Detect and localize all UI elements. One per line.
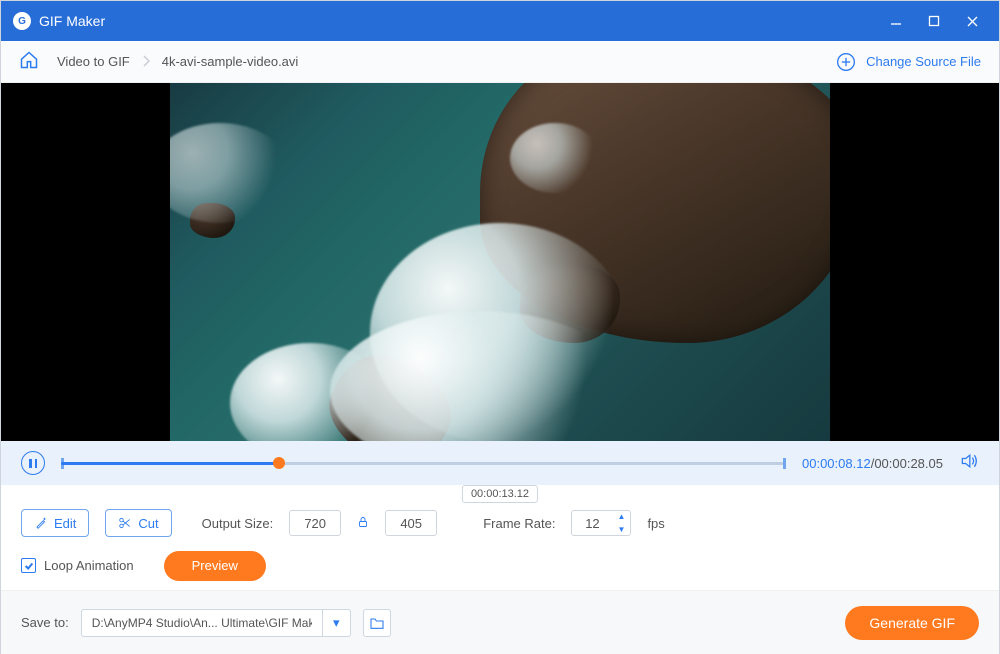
save-path-input[interactable] bbox=[82, 610, 322, 636]
seek-thumb[interactable] bbox=[273, 457, 285, 469]
checkbox-icon bbox=[21, 558, 36, 573]
change-source-button[interactable]: Change Source File bbox=[836, 52, 981, 72]
timecode-display: 00:00:08.12/00:00:28.05 bbox=[802, 456, 943, 471]
lock-icon bbox=[357, 515, 369, 529]
home-icon[interactable] bbox=[19, 50, 39, 73]
titlebar: G GIF Maker bbox=[1, 1, 999, 41]
seek-bar: 00:00:08.12/00:00:28.05 bbox=[1, 441, 999, 485]
current-time: 00:00:08.12 bbox=[802, 456, 871, 471]
height-input[interactable] bbox=[385, 510, 437, 536]
video-preview[interactable] bbox=[1, 83, 999, 441]
options-row: Edit Cut Output Size: Frame Rate: ▲ ▼ fp… bbox=[1, 505, 999, 541]
breadcrumb-file[interactable]: 4k-avi-sample-video.avi bbox=[162, 54, 299, 69]
total-time: 00:00:28.05 bbox=[874, 456, 943, 471]
spinner-down[interactable]: ▼ bbox=[612, 523, 630, 536]
pause-icon bbox=[29, 459, 36, 468]
save-path-dropdown[interactable]: ▾ bbox=[322, 610, 350, 636]
width-input[interactable] bbox=[289, 510, 341, 536]
video-frame bbox=[170, 83, 830, 441]
minimize-button[interactable] bbox=[877, 1, 915, 41]
output-size-label: Output Size: bbox=[202, 516, 274, 531]
breadcrumb-bar: Video to GIF 4k-avi-sample-video.avi Cha… bbox=[1, 41, 999, 83]
hover-time-tooltip: 00:00:13.12 bbox=[462, 485, 538, 503]
app-title: GIF Maker bbox=[39, 13, 105, 29]
close-button[interactable] bbox=[953, 1, 991, 41]
frame-rate-input[interactable]: ▲ ▼ bbox=[571, 510, 631, 536]
tooltip-row: 00:00:13.12 bbox=[1, 485, 999, 505]
preview-row: Loop Animation Preview bbox=[1, 541, 999, 591]
folder-icon bbox=[369, 616, 385, 630]
spinner-up[interactable]: ▲ bbox=[612, 510, 630, 523]
preview-button[interactable]: Preview bbox=[164, 551, 266, 581]
volume-button[interactable] bbox=[959, 451, 979, 476]
app-logo: G bbox=[13, 12, 31, 30]
save-row: Save to: ▾ Generate GIF bbox=[1, 591, 999, 654]
wand-icon bbox=[34, 516, 48, 530]
generate-gif-button[interactable]: Generate GIF bbox=[845, 606, 979, 640]
seek-track[interactable] bbox=[61, 462, 786, 465]
fps-label: fps bbox=[647, 516, 664, 531]
cut-button[interactable]: Cut bbox=[105, 509, 171, 537]
loop-animation-label: Loop Animation bbox=[44, 558, 134, 573]
browse-folder-button[interactable] bbox=[363, 609, 391, 637]
save-to-label: Save to: bbox=[21, 615, 69, 630]
plus-circle-icon bbox=[836, 52, 856, 72]
change-source-label: Change Source File bbox=[866, 54, 981, 69]
frame-rate-label: Frame Rate: bbox=[483, 516, 555, 531]
loop-animation-checkbox[interactable]: Loop Animation bbox=[21, 558, 134, 573]
edit-button[interactable]: Edit bbox=[21, 509, 89, 537]
seek-progress bbox=[61, 462, 279, 465]
maximize-button[interactable] bbox=[915, 1, 953, 41]
breadcrumb-root[interactable]: Video to GIF bbox=[57, 54, 130, 69]
lock-aspect-button[interactable] bbox=[357, 515, 369, 532]
scissors-icon bbox=[118, 516, 132, 530]
save-path-field: ▾ bbox=[81, 609, 351, 637]
play-pause-button[interactable] bbox=[21, 451, 45, 475]
range-end-handle[interactable] bbox=[783, 458, 786, 469]
chevron-right-icon bbox=[142, 54, 150, 70]
